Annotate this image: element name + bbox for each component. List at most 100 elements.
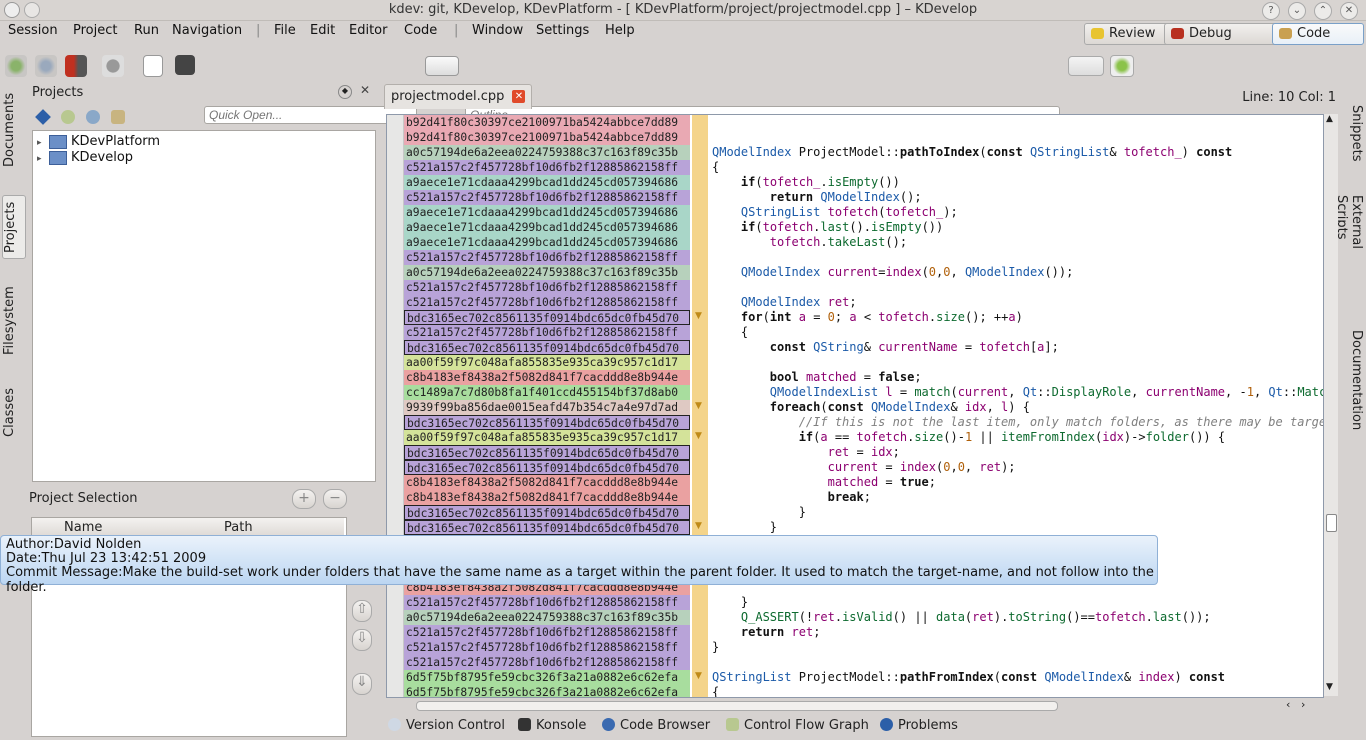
fold-marker-icon[interactable]: ▼ [695,311,702,321]
locate-icon[interactable] [35,109,51,125]
move-down-icon[interactable]: ⇩ [352,629,372,651]
horizontal-scrollbar[interactable]: ‹ › [386,698,1322,712]
annotation-row[interactable]: c521a157c2f457728bf10d6fb2f12885862158ff [404,625,690,640]
sidebar-tab-snippets[interactable]: Snippets [1344,105,1364,165]
projects-tree[interactable]: ▸ KDevPlatform ▸ KDevelop [32,130,376,482]
code-line[interactable]: } [712,640,1323,655]
scroll-track[interactable] [416,701,1058,711]
build-icon[interactable] [5,55,27,77]
configure-icon[interactable] [35,55,57,77]
menu-run[interactable]: Run [134,23,159,38]
sidebar-tab-projects[interactable]: Projects [2,195,26,259]
new-file-icon[interactable] [143,55,163,77]
sidebar-tab-documents[interactable]: Documents [2,90,24,170]
build-project-icon[interactable] [61,110,75,124]
annotation-row[interactable]: bdc3165ec702c8561135f0914bdc65dc0fb45d70 [404,340,690,355]
code-line[interactable]: Q_ASSERT(!ret.isValid() || data(ret).toS… [712,610,1323,625]
code-line[interactable] [712,130,1323,145]
column-path[interactable]: Path [224,520,253,535]
document-tab[interactable]: projectmodel.cpp ✕ [384,84,533,109]
sidebar-tab-external-scripts[interactable]: External Scripts [1334,195,1364,295]
toolview-version-control[interactable]: Version Control [388,718,505,733]
annotation-row[interactable]: c521a157c2f457728bf10d6fb2f12885862158ff [404,640,690,655]
code-line[interactable]: return ret; [712,625,1323,640]
annotation-border[interactable]: b92d41f80c30397ce2100971ba5424abbce7dd89… [404,115,690,697]
toolview-code-browser[interactable]: Code Browser [602,718,710,733]
code-line[interactable]: } [712,595,1323,610]
code-line[interactable]: for(int a = 0; a < tofetch.size(); ++a) [712,310,1323,325]
code-line[interactable]: tofetch.takeLast(); [712,235,1323,250]
code-line[interactable]: } [712,505,1323,520]
code-line[interactable] [712,280,1323,295]
annotation-row[interactable]: aa00f59f97c048afa855835e935ca39c957c1d17 [404,355,690,370]
column-name[interactable]: Name [64,520,102,535]
annotation-row[interactable]: c521a157c2f457728bf10d6fb2f12885862158ff [404,595,690,610]
code-line[interactable] [712,355,1323,370]
sidebar-tab-classes[interactable]: Classes [2,385,24,440]
code-line[interactable] [712,250,1323,265]
minimize-icon[interactable]: ⌄ [1288,2,1306,20]
annotation-row[interactable]: c521a157c2f457728bf10d6fb2f12885862158ff [404,325,690,340]
scroll-right-icon[interactable]: › [1301,698,1305,711]
sidebar-tab-filesystem[interactable]: Filesystem [2,285,24,357]
annotation-row[interactable]: bdc3165ec702c8561135f0914bdc65dc0fb45d70 [404,310,690,325]
fold-marker-icon[interactable]: ▼ [695,671,702,681]
vertical-scrollbar[interactable]: ▲ ▼ [1324,114,1338,696]
remove-button[interactable]: − [323,489,347,509]
menu-project[interactable]: Project [73,23,117,38]
code-line[interactable]: foreach(const QModelIndex& idx, l) { [712,400,1323,415]
annotation-row[interactable]: bdc3165ec702c8561135f0914bdc65dc0fb45d70 [404,445,690,460]
help-icon[interactable]: ? [1262,2,1280,20]
annotation-row[interactable]: c521a157c2f457728bf10d6fb2f12885862158ff [404,295,690,310]
annotation-row[interactable]: b92d41f80c30397ce2100971ba5424abbce7dd89 [404,115,690,130]
annotation-row[interactable]: c8b4183ef8438a2f5082d841f7cacddd8e8b944e [404,490,690,505]
annotation-row[interactable]: a0c57194de6a2eea0224759388c37c163f89c35b [404,265,690,280]
expand-arrow-icon[interactable]: ▸ [37,154,47,164]
tree-item-kdevplatform[interactable]: ▸ KDevPlatform [37,134,160,149]
code-line[interactable] [712,655,1323,670]
code-line[interactable]: QStringList tofetch(tofetch_); [712,205,1323,220]
fold-marker-icon[interactable]: ▼ [695,521,702,531]
annotation-row[interactable]: a0c57194de6a2eea0224759388c37c163f89c35b [404,610,690,625]
code-line[interactable]: if(tofetch_.isEmpty()) [712,175,1323,190]
menu-code[interactable]: Code [404,23,437,38]
back-arrow-icon[interactable] [425,56,459,76]
scroll-up-icon[interactable]: ▲ [1326,114,1333,124]
scroll-down-icon[interactable]: ▼ [1326,682,1333,692]
annotation-row[interactable]: a0c57194de6a2eea0224759388c37c163f89c35b [404,145,690,160]
annotation-row[interactable]: c521a157c2f457728bf10d6fb2f12885862158ff [404,655,690,670]
annotation-row[interactable]: 9939f99ba856dae0015eafd47b354c7a4e97d7ad [404,400,690,415]
code-line[interactable]: matched = true; [712,475,1323,490]
annotation-row[interactable]: 6d5f75bf8795fe59cbc326f3a21a0882e6c62efa [404,685,690,697]
menu-window[interactable]: Window [472,23,523,38]
code-line[interactable]: QModelIndex ret; [712,295,1323,310]
code-line[interactable]: break; [712,490,1323,505]
fold-marker-icon[interactable]: ▼ [695,431,702,441]
code-line[interactable]: if(tofetch.last().isEmpty()) [712,220,1323,235]
scroll-left-icon[interactable]: ‹ [1286,698,1290,711]
annotation-row[interactable]: bdc3165ec702c8561135f0914bdc65dc0fb45d70 [404,520,690,535]
code-line[interactable]: QStringList ProjectModel::pathFromIndex(… [712,670,1323,685]
code-line[interactable]: if(a == tofetch.size()-1 || itemFromInde… [712,430,1323,445]
code-line[interactable]: } [712,520,1323,535]
save-icon[interactable] [175,55,195,75]
code-line[interactable]: ret = idx; [712,445,1323,460]
annotation-row[interactable]: bdc3165ec702c8561135f0914bdc65dc0fb45d70 [404,460,690,475]
toolview-control-flow-graph[interactable]: Control Flow Graph [726,718,869,733]
annotation-row[interactable]: a9aece1e71cdaaa4299bcad1dd245cd057394686 [404,235,690,250]
annotation-row[interactable]: bdc3165ec702c8561135f0914bdc65dc0fb45d70 [404,505,690,520]
annotation-row[interactable]: a9aece1e71cdaaa4299bcad1dd245cd057394686 [404,175,690,190]
move-up-icon[interactable]: ⇧ [352,600,372,622]
tree-item-kdevelop[interactable]: ▸ KDevelop [37,150,133,165]
menu-file[interactable]: File [274,23,296,38]
annotation-row[interactable]: bdc3165ec702c8561135f0914bdc65dc0fb45d70 [404,415,690,430]
annotation-row[interactable]: a9aece1e71cdaaa4299bcad1dd245cd057394686 [404,220,690,235]
scroll-thumb[interactable] [1326,514,1337,532]
code-line[interactable]: //If this is not the last item, only mat… [712,415,1323,430]
area-tab-code[interactable]: Code [1272,23,1364,45]
add-button[interactable]: + [292,489,316,509]
annotation-row[interactable]: aa00f59f97c048afa855835e935ca39c957c1d17 [404,430,690,445]
expand-arrow-icon[interactable]: ▸ [37,138,47,148]
close-tab-icon[interactable]: ✕ [512,90,526,103]
fold-marker-icon[interactable]: ▼ [695,401,702,411]
